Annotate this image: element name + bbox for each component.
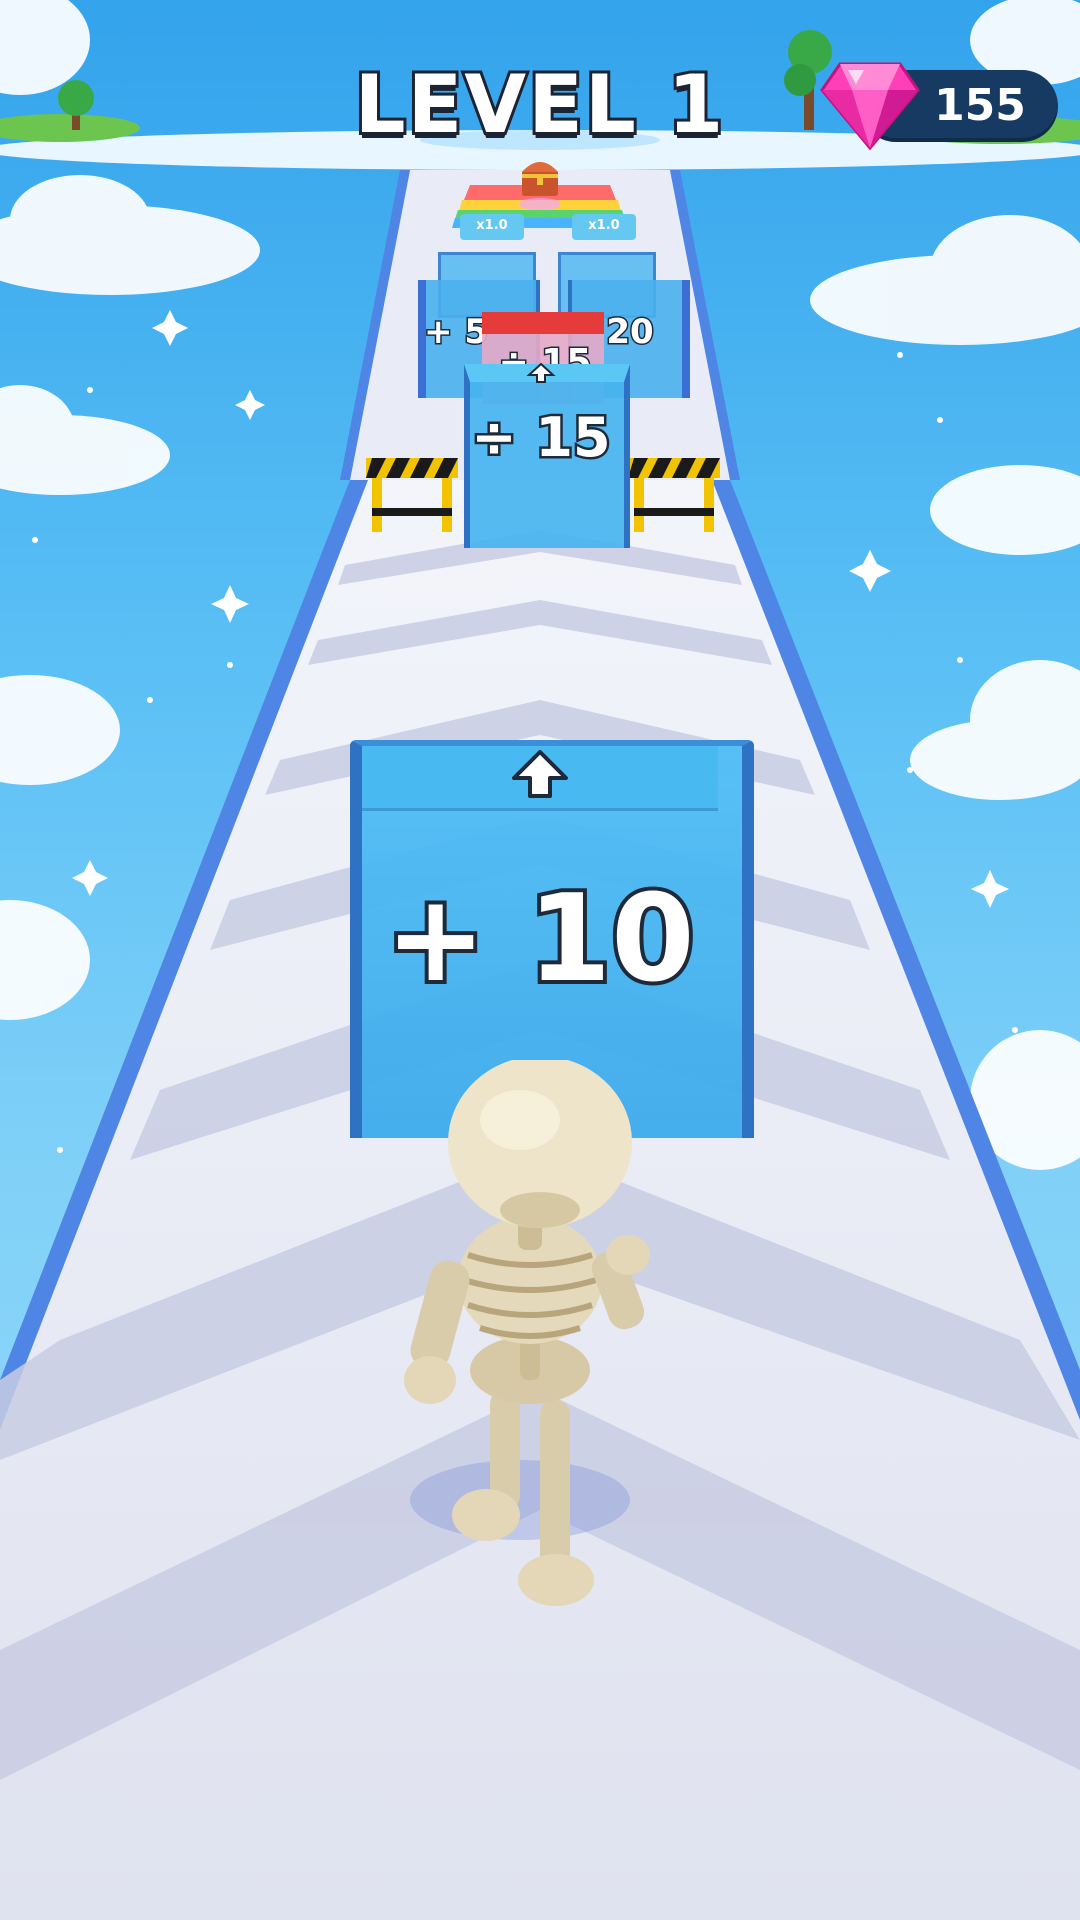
skeleton-player-character (404, 1060, 650, 1606)
pink-diamond-gem-icon (820, 62, 920, 151)
near-gate-label: + 10 (381, 866, 698, 1013)
far-gate-left-label: + 5 (423, 311, 490, 354)
multiplier-label-left: x1.0 (476, 218, 508, 233)
far-gate-right-label: 20 (605, 311, 655, 354)
gem-count: 155 (934, 80, 1026, 131)
game-scene: x1.0 x1.0 + 5 20 ÷ 15 ÷ 15 + 10 (0, 0, 1080, 1920)
multiplier-label-right: x1.0 (588, 218, 620, 233)
hazard-barrier-left (366, 458, 458, 532)
hazard-barrier-right (628, 458, 720, 532)
mid-gate-label: ÷ 15 (469, 404, 613, 472)
near-gate-arrow-up-icon (512, 750, 568, 798)
treasure-chest-icon (520, 162, 560, 210)
mid-gate-arrow-up-icon (526, 362, 556, 383)
